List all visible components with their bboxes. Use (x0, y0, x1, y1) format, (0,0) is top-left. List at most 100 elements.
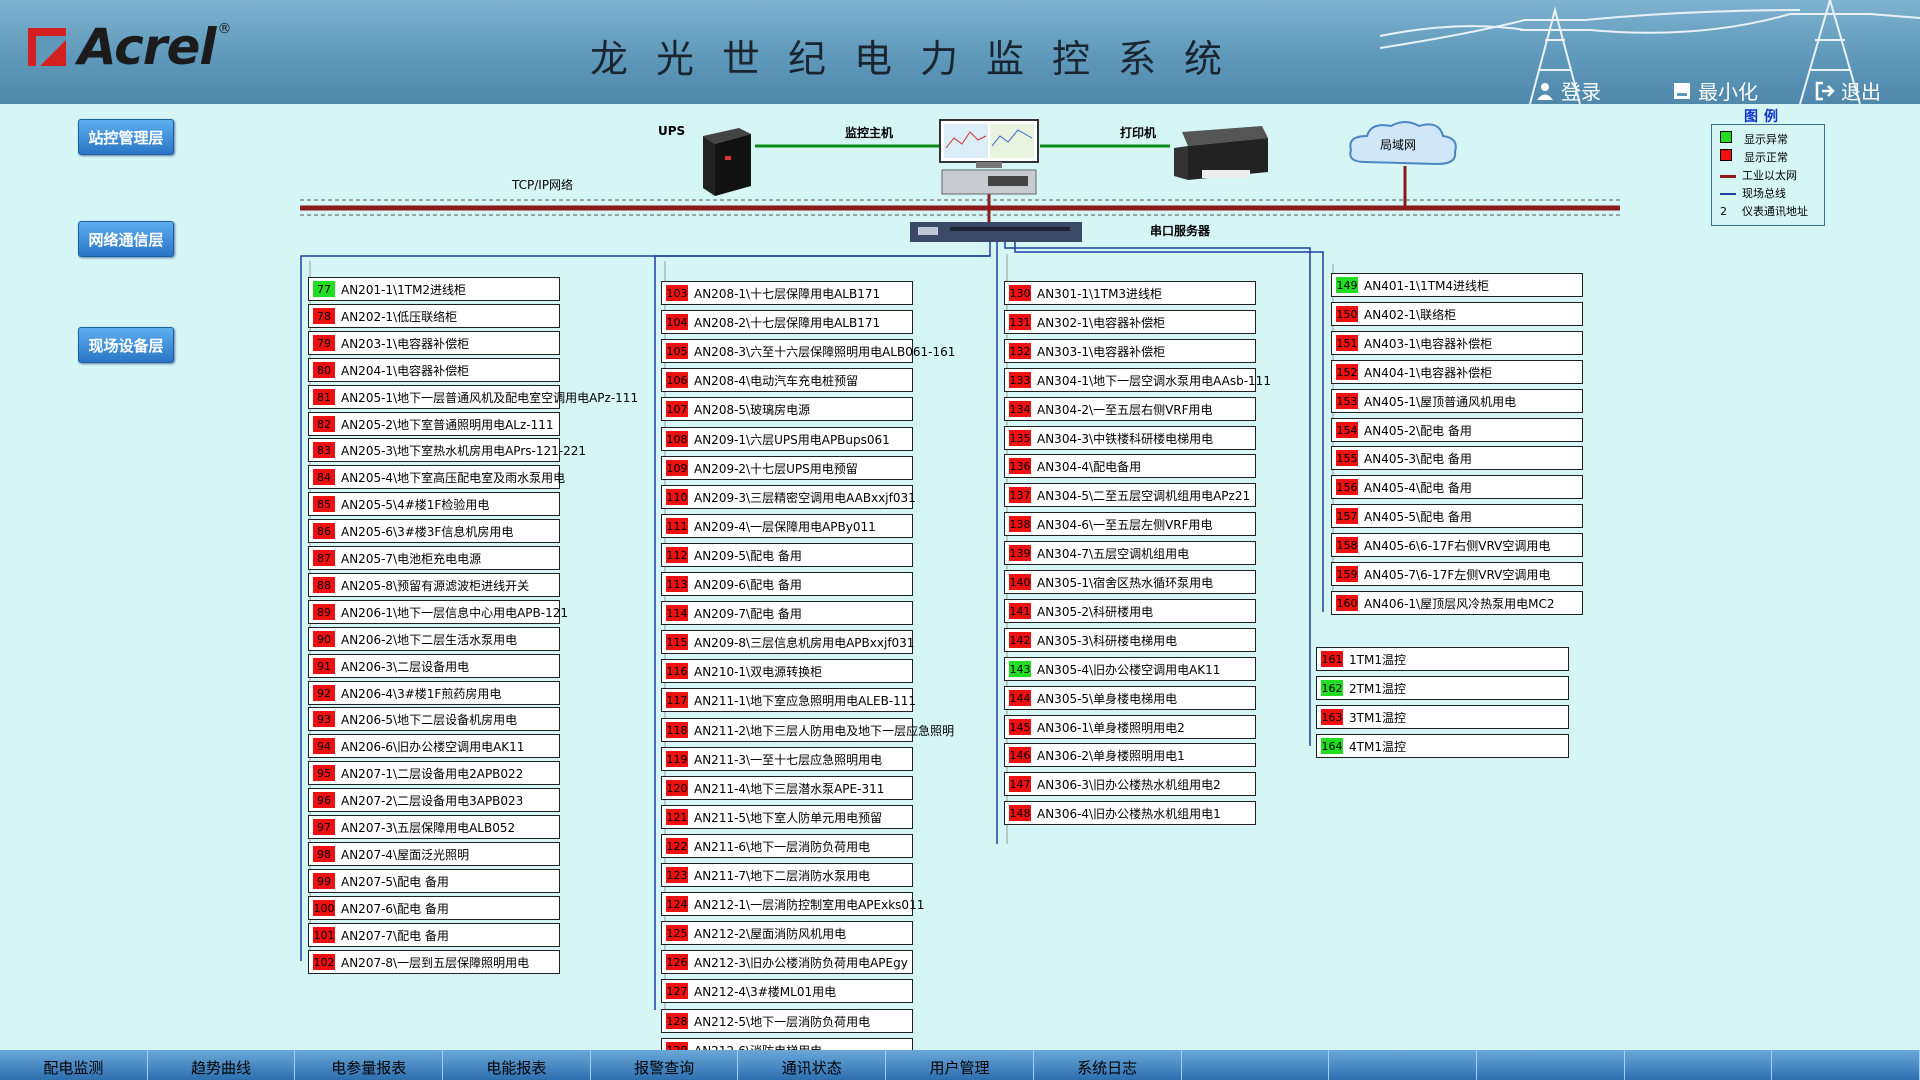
device-row[interactable]: 140 AN305-1\宿舍区热水循环泵用电 (1004, 570, 1256, 594)
device-row[interactable]: 110 AN209-3\三层精密空调用电AABxxjf031 (661, 485, 916, 509)
device-row[interactable]: 123 AN211-7\地下二层消防水泵用电 (661, 863, 913, 887)
device-row[interactable]: 91 AN206-3\二层设备用电 (308, 654, 560, 678)
device-row[interactable]: 103 AN208-1\十七层保障用电ALB171 (661, 281, 913, 305)
tab-6[interactable]: 用户管理 (886, 1050, 1034, 1080)
device-row[interactable]: 153 AN405-1\屋顶普通风机用电 (1331, 389, 1583, 413)
device-row[interactable]: 159 AN405-7\6-17F左侧VRV空调用电 (1331, 562, 1583, 586)
device-row[interactable]: 119 AN211-3\一至十七层应急照明用电 (661, 747, 913, 771)
device-row[interactable]: 81 AN205-1\地下一层普通风机及配电室空调用电APz-111 (308, 385, 638, 409)
device-row[interactable]: 106 AN208-4\电动汽车充电桩预留 (661, 368, 913, 392)
device-row[interactable]: 115 AN209-8\三层信息机房用电APBxxjf031 (661, 630, 914, 654)
device-row[interactable]: 98 AN207-4\屋面泛光照明 (308, 842, 560, 866)
device-row[interactable]: 84 AN205-4\地下室高压配电室及雨水泵用电 (308, 465, 565, 489)
monitoring-host-icon[interactable] (938, 118, 1040, 196)
device-row[interactable]: 143 AN305-4\旧办公楼空调用电AK11 (1004, 657, 1256, 681)
device-row[interactable]: 105 AN208-3\六至十六层保障照明用电ALB061-161 (661, 339, 955, 363)
device-row[interactable]: 90 AN206-2\地下二层生活水泵用电 (308, 627, 560, 651)
device-row[interactable]: 88 AN205-8\预留有源滤波柜进线开关 (308, 573, 560, 597)
device-row[interactable]: 80 AN204-1\电容器补偿柜 (308, 358, 560, 382)
device-row[interactable]: 120 AN211-4\地下三层潜水泵APE-311 (661, 776, 913, 800)
device-row[interactable]: 134 AN304-2\一至五层右侧VRF用电 (1004, 397, 1256, 421)
device-row[interactable]: 141 AN305-2\科研楼用电 (1004, 599, 1256, 623)
device-row[interactable]: 122 AN211-6\地下一层消防负荷用电 (661, 834, 913, 858)
device-row[interactable]: 136 AN304-4\配电备用 (1004, 454, 1256, 478)
device-row[interactable]: 107 AN208-5\玻璃房电源 (661, 397, 913, 421)
login-button[interactable]: 登录 (1535, 76, 1601, 104)
minimize-button[interactable]: 最小化 (1672, 76, 1758, 104)
device-row[interactable]: 137 AN304-5\二至五层空调机组用电APz21 (1004, 483, 1256, 507)
tab-8[interactable] (1182, 1050, 1330, 1080)
device-row[interactable]: 157 AN405-5\配电 备用 (1331, 504, 1583, 528)
device-row[interactable]: 113 AN209-6\配电 备用 (661, 572, 913, 596)
ups-icon[interactable] (695, 126, 755, 198)
device-row[interactable]: 124 AN212-1\一层消防控制室用电APExks011 (661, 892, 924, 916)
device-row[interactable]: 108 AN209-1\六层UPS用电APBups061 (661, 427, 913, 451)
device-row[interactable]: 160 AN406-1\屋顶层风冷热泵用电MC2 (1331, 591, 1583, 615)
device-row[interactable]: 161 1TM1温控 (1316, 647, 1569, 671)
device-row[interactable]: 95 AN207-1\二层设备用电2APB022 (308, 761, 560, 785)
device-row[interactable]: 86 AN205-6\3#楼3F信息机房用电 (308, 519, 560, 543)
device-row[interactable]: 127 AN212-4\3#楼ML01用电 (661, 979, 913, 1003)
tab-10[interactable] (1477, 1050, 1625, 1080)
logout-button[interactable]: 退出 (1815, 76, 1881, 104)
device-row[interactable]: 142 AN305-3\科研楼电梯用电 (1004, 628, 1256, 652)
tab-4[interactable]: 报警查询 (591, 1050, 739, 1080)
tab-1[interactable]: 趋势曲线 (148, 1050, 296, 1080)
device-row[interactable]: 132 AN303-1\电容器补偿柜 (1004, 339, 1256, 363)
tab-3[interactable]: 电能报表 (443, 1050, 591, 1080)
device-row[interactable]: 152 AN404-1\电容器补偿柜 (1331, 360, 1583, 384)
tab-9[interactable] (1329, 1050, 1477, 1080)
device-row[interactable]: 116 AN210-1\双电源转换柜 (661, 659, 913, 683)
device-row[interactable]: 156 AN405-4\配电 备用 (1331, 475, 1583, 499)
device-row[interactable]: 112 AN209-5\配电 备用 (661, 543, 913, 567)
device-row[interactable]: 94 AN206-6\旧办公楼空调用电AK11 (308, 734, 560, 758)
device-row[interactable]: 135 AN304-3\中铁楼科研楼电梯用电 (1004, 426, 1256, 450)
device-row[interactable]: 125 AN212-2\屋面消防风机用电 (661, 921, 913, 945)
device-row[interactable]: 144 AN305-5\单身楼电梯用电 (1004, 686, 1256, 710)
device-row[interactable]: 96 AN207-2\二层设备用电3APB023 (308, 788, 560, 812)
device-row[interactable]: 93 AN206-5\地下二层设备机房用电 (308, 707, 560, 731)
device-row[interactable]: 139 AN304-7\五层空调机组用电 (1004, 541, 1256, 565)
device-row[interactable]: 111 AN209-4\一层保障用电APBy011 (661, 514, 913, 538)
device-row[interactable]: 154 AN405-2\配电 备用 (1331, 418, 1583, 442)
device-row[interactable]: 151 AN403-1\电容器补偿柜 (1331, 331, 1583, 355)
tab-5[interactable]: 通讯状态 (738, 1050, 887, 1080)
device-row[interactable]: 162 2TM1温控 (1316, 676, 1569, 700)
device-row[interactable]: 109 AN209-2\十七层UPS用电预留 (661, 456, 913, 480)
device-row[interactable]: 131 AN302-1\电容器补偿柜 (1004, 310, 1256, 334)
device-row[interactable]: 128 AN212-5\地下一层消防负荷用电 (661, 1009, 913, 1033)
device-row[interactable]: 102 AN207-8\一层到五层保障照明用电 (308, 950, 560, 974)
tab-12[interactable] (1772, 1050, 1920, 1080)
device-row[interactable]: 83 AN205-3\地下室热水机房用电APrs-121-221 (308, 438, 586, 462)
device-row[interactable]: 121 AN211-5\地下室人防单元用电预留 (661, 805, 913, 829)
device-row[interactable]: 77 AN201-1\1TM2进线柜 (308, 277, 560, 301)
device-row[interactable]: 82 AN205-2\地下室普通照明用电ALz-111 (308, 412, 560, 436)
device-row[interactable]: 89 AN206-1\地下一层信息中心用电APB-121 (308, 600, 568, 624)
device-row[interactable]: 164 4TM1温控 (1316, 734, 1569, 758)
device-row[interactable]: 87 AN205-7\电池柜充电电源 (308, 546, 560, 570)
device-row[interactable]: 101 AN207-7\配电 备用 (308, 923, 560, 947)
device-row[interactable]: 97 AN207-3\五层保障用电ALB052 (308, 815, 560, 839)
tab-7[interactable]: 系统日志 (1034, 1050, 1182, 1080)
device-row[interactable]: 148 AN306-4\旧办公楼热水机组用电1 (1004, 801, 1256, 825)
device-row[interactable]: 150 AN402-1\联络柜 (1331, 302, 1583, 326)
device-row[interactable]: 78 AN202-1\低压联络柜 (308, 304, 560, 328)
device-row[interactable]: 149 AN401-1\1TM4进线柜 (1331, 273, 1583, 297)
device-row[interactable]: 114 AN209-7\配电 备用 (661, 601, 913, 625)
tab-11[interactable] (1625, 1050, 1773, 1080)
device-row[interactable]: 118 AN211-2\地下三层人防用电及地下一层应急照明 (661, 718, 954, 742)
device-row[interactable]: 104 AN208-2\十七层保障用电ALB171 (661, 310, 913, 334)
serial-server-icon[interactable] (910, 222, 1082, 242)
device-row[interactable]: 138 AN304-6\一至五层左侧VRF用电 (1004, 512, 1256, 536)
device-row[interactable]: 79 AN203-1\电容器补偿柜 (308, 331, 560, 355)
device-row[interactable]: 133 AN304-1\地下一层空调水泵用电AAsb-111 (1004, 368, 1271, 392)
device-row[interactable]: 163 3TM1温控 (1316, 705, 1569, 729)
device-row[interactable]: 85 AN205-5\4#楼1F检验用电 (308, 492, 560, 516)
device-row[interactable]: 147 AN306-3\旧办公楼热水机组用电2 (1004, 772, 1256, 796)
device-row[interactable]: 130 AN301-1\1TM3进线柜 (1004, 281, 1256, 305)
tab-0[interactable]: 配电监测 (0, 1050, 148, 1080)
device-row[interactable]: 99 AN207-5\配电 备用 (308, 869, 560, 893)
device-row[interactable]: 117 AN211-1\地下室应急照明用电ALEB-111 (661, 688, 916, 712)
device-row[interactable]: 92 AN206-4\3#楼1F煎药房用电 (308, 681, 560, 705)
printer-icon[interactable] (1168, 118, 1272, 184)
